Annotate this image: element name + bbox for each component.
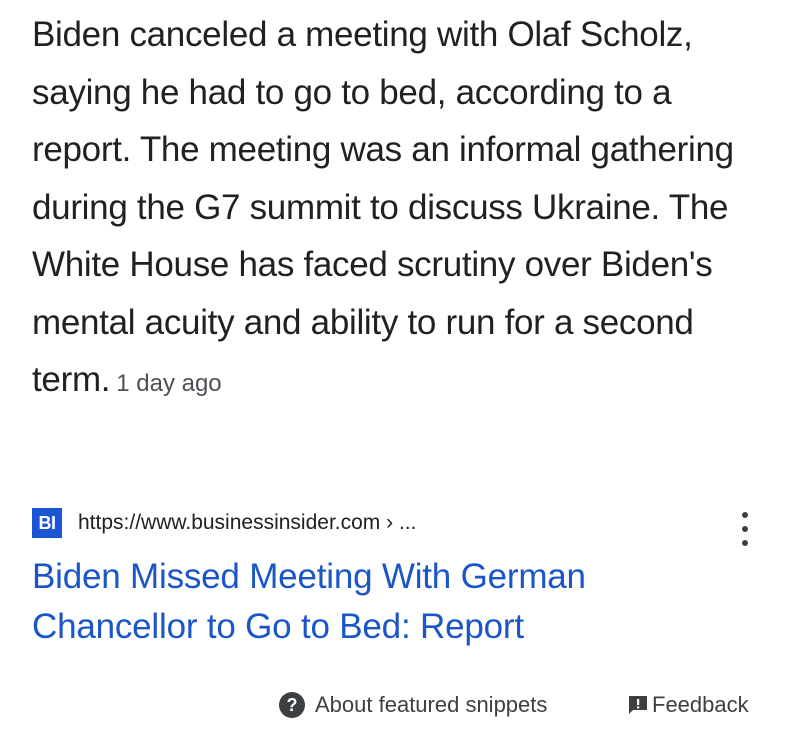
feedback-label: Feedback — [652, 692, 749, 717]
kebab-dot — [742, 526, 748, 532]
about-featured-snippets-label: About featured snippets — [315, 692, 548, 717]
source-row[interactable]: BI https://www.businessinsider.com › ... — [32, 508, 416, 538]
feedback-icon — [629, 696, 647, 714]
kebab-dot — [742, 512, 748, 518]
result-title-link[interactable]: Biden Missed Meeting With German Chancel… — [32, 552, 732, 652]
help-circle-icon: ? — [279, 692, 305, 718]
about-featured-snippets-button[interactable]: ? About featured snippets — [279, 690, 547, 720]
snippet-body: Biden canceled a meeting with Olaf Schol… — [32, 15, 734, 399]
kebab-dot — [742, 540, 748, 546]
feedback-button[interactable]: Feedback — [626, 690, 749, 720]
site-favicon: BI — [32, 508, 62, 538]
snippet-date: 1 day ago — [116, 370, 222, 397]
source-url[interactable]: https://www.businessinsider.com › ... — [78, 511, 416, 535]
more-options-icon[interactable] — [735, 512, 755, 546]
featured-snippet-text: Biden canceled a meeting with Olaf Schol… — [32, 6, 772, 413]
